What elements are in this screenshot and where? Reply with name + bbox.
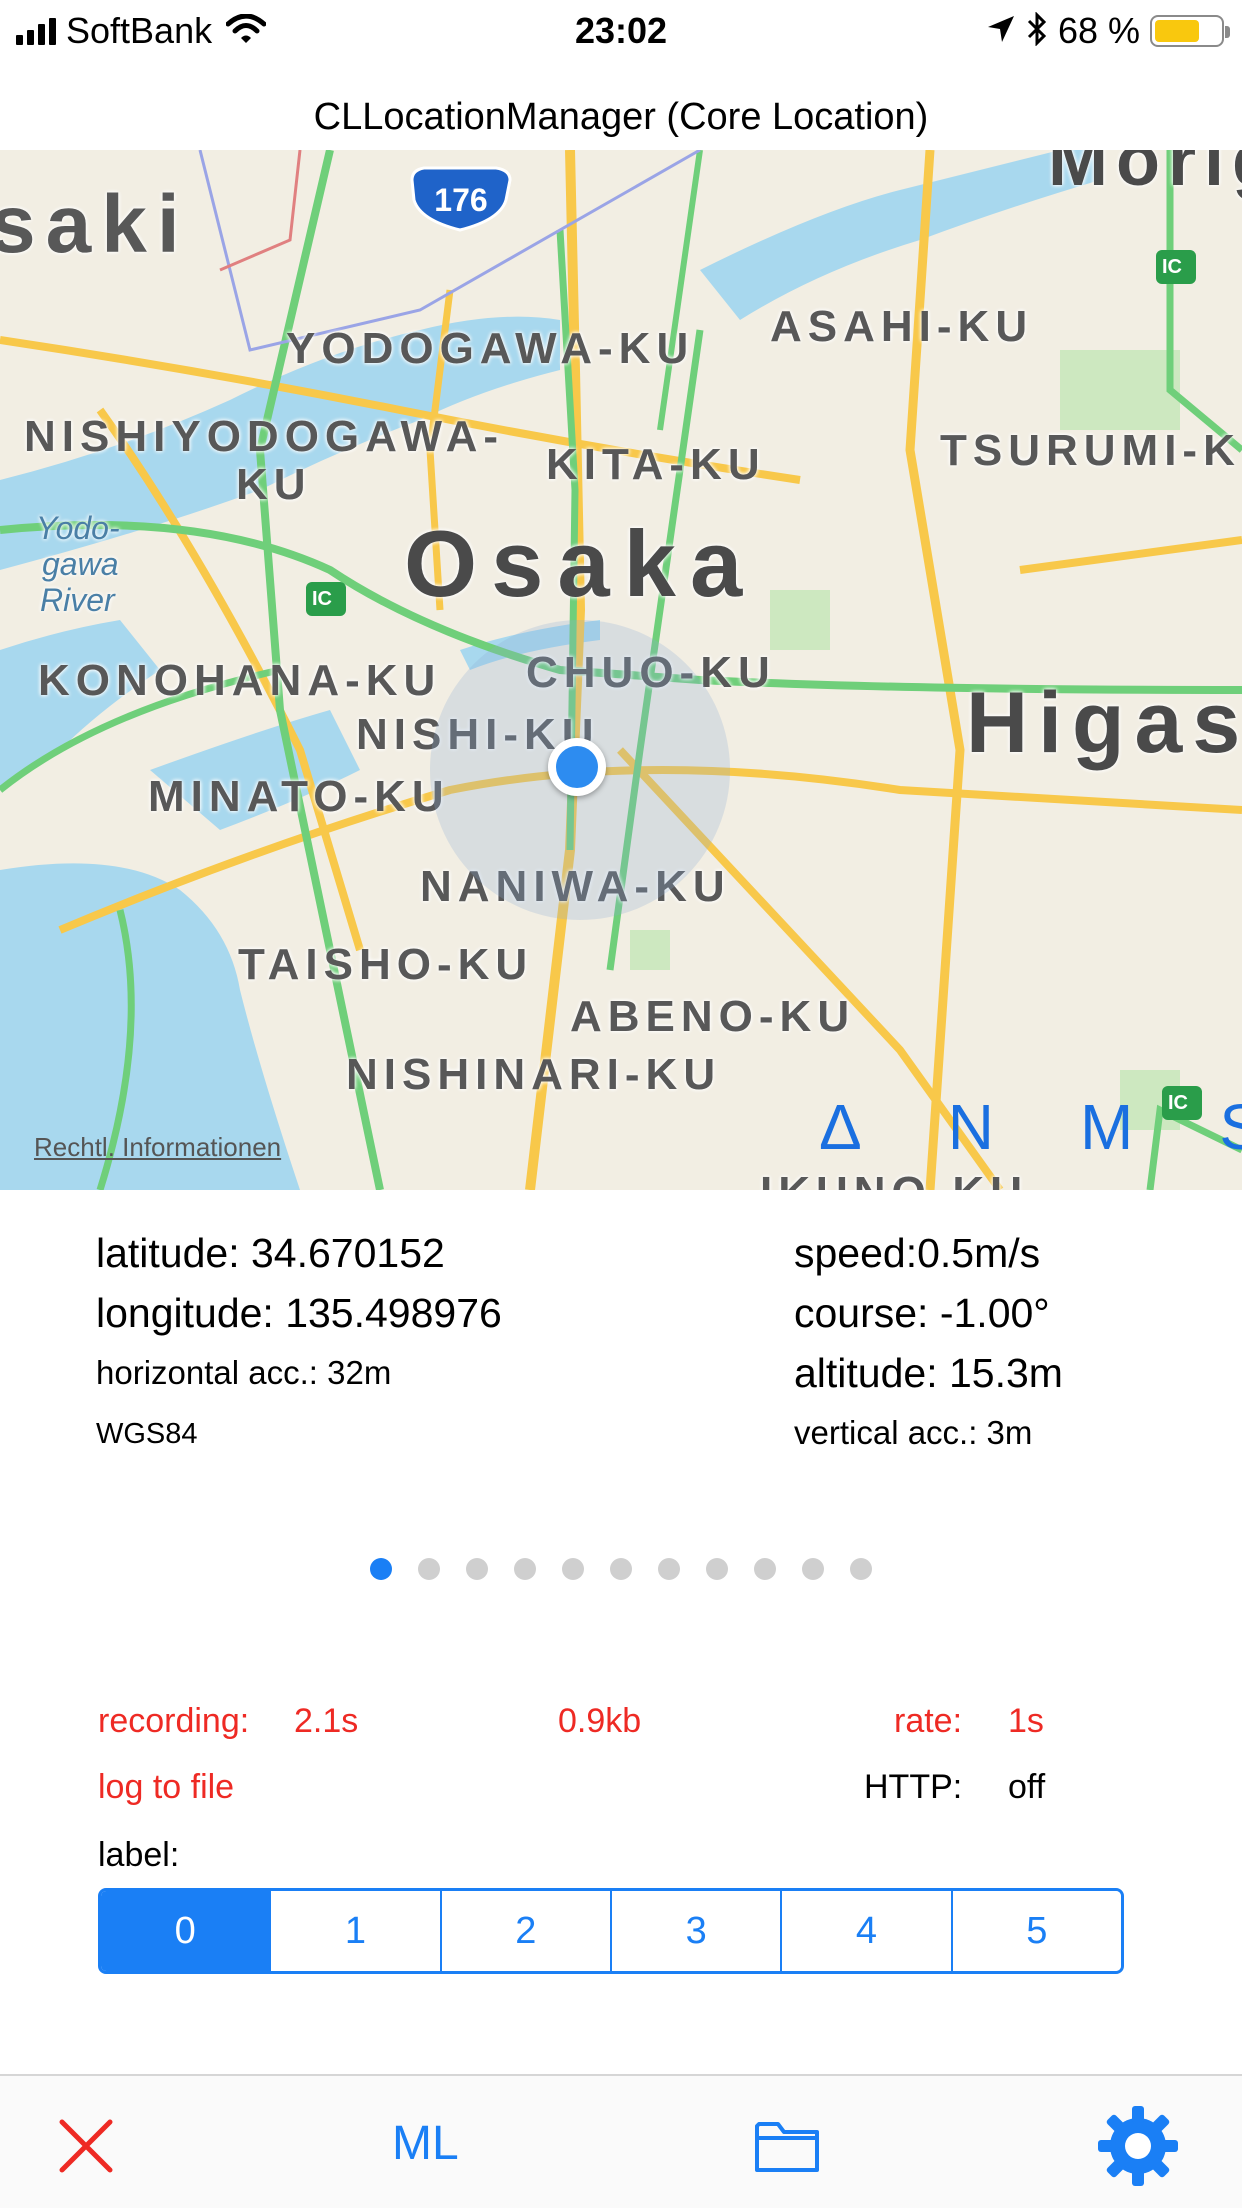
label-segment-3[interactable]: 3 [611,1891,783,1971]
map-tool-m[interactable]: M [1080,1090,1133,1164]
recording-duration: 2.1s [294,1702,359,1740]
label-segment-4[interactable]: 4 [782,1891,953,1971]
label-segmented-control: 0 1 2 3 4 5 [98,1888,1124,1974]
gear-icon[interactable] [1096,2104,1180,2193]
bluetooth-icon [1026,10,1048,51]
page-control[interactable] [0,1558,1242,1580]
label-segment-2[interactable]: 2 [441,1891,612,1971]
horizontal-accuracy-readout: horizontal acc.: 32m [96,1354,392,1391]
datum-readout: WGS84 [96,1418,198,1450]
rate-label: rate: [894,1702,963,1740]
label-segment-5[interactable]: 5 [952,1891,1121,1971]
log-to-file-button[interactable]: log to file [98,1768,234,1807]
ic-badge-label: IC [1162,256,1182,278]
recording-label: recording: [98,1702,250,1740]
battery-percent: 68 % [1057,10,1140,51]
status-bar: SoftBank 23:02 68 % [0,0,1242,60]
label-segment-1[interactable]: 1 [271,1891,442,1971]
page-dot[interactable] [370,1558,392,1580]
rate-value[interactable]: 1s [1008,1702,1044,1741]
page-dot[interactable] [514,1558,536,1580]
vertical-accuracy-readout: vertical acc.: 3m [794,1414,1033,1451]
map-label: River [40,582,115,618]
map-label: NISHIYODOGAWA- [24,412,505,461]
legal-link[interactable]: Rechtl. Informationen [34,1132,281,1163]
page-dot[interactable] [418,1558,440,1580]
map-label: KONOHANA-KU [38,656,442,705]
map-tool-delta[interactable]: Δ [819,1090,862,1164]
map-label: saki [0,179,190,270]
page-dot[interactable] [754,1558,776,1580]
page-dot[interactable] [706,1558,728,1580]
map-label: Higas [966,675,1242,771]
map-label: Osaka [404,511,757,616]
map-label: NISHINARI-KU [346,1050,722,1099]
speed-readout: speed:0.5m/s [794,1230,1041,1276]
label-segment-0[interactable]: 0 [101,1891,272,1971]
status-right: 68 % [986,10,1230,52]
route-shield-label: 176 [434,182,488,218]
map-label: MINATO-KU [148,772,450,821]
location-arrow-icon [986,14,1016,49]
map-label: Morig [1048,150,1242,201]
map-label: TSURUMI-K [940,426,1241,475]
map-view[interactable]: 176 IC IC IC saki YODOGAWA-KU ASAHI-KU N… [0,150,1242,1190]
map-label: ASAHI-KU [770,302,1034,351]
http-value[interactable]: off [1008,1768,1045,1807]
map-label: YODOGAWA-KU [286,324,695,373]
latitude-readout: latitude: 34.670152 [96,1230,445,1276]
http-label: HTTP: [864,1768,963,1806]
map-tools: Δ N M S [819,1090,1242,1164]
page-dot[interactable] [562,1558,584,1580]
page-dot[interactable] [802,1558,824,1580]
page-dot[interactable] [658,1558,680,1580]
map-tool-n[interactable]: N [948,1090,994,1164]
map-label: KU [236,460,312,509]
page-dot[interactable] [850,1558,872,1580]
page-dot[interactable] [466,1558,488,1580]
user-location-dot [548,738,606,796]
altitude-readout: altitude: 15.3m [794,1350,1063,1396]
page-title: CLLocationManager (Core Location) [313,96,929,138]
label-caption: label: [98,1836,180,1874]
course-readout: course: -1.00° [794,1290,1050,1336]
map-label: ABENO-KU [570,992,856,1041]
ic-badge-label: IC [312,588,332,610]
page-dot[interactable] [610,1558,632,1580]
longitude-readout: longitude: 135.498976 [96,1290,502,1336]
map-label: IKUNO-KU [760,1168,1028,1190]
close-icon[interactable] [56,2116,116,2181]
folder-icon[interactable] [754,2118,820,2179]
recording-size: 0.9kb [558,1702,642,1740]
map-label: KITA-KU [546,440,766,489]
map-label: gawa [42,546,119,582]
battery-level [1155,20,1199,42]
ml-button[interactable]: ML [392,2116,459,2171]
map-label: TAISHO-KU [238,940,534,989]
bottom-toolbar: ML [0,2074,1242,2208]
battery-icon [1150,15,1230,47]
map-label: Yodo- [36,510,120,546]
map-tool-s[interactable]: S [1219,1090,1242,1164]
